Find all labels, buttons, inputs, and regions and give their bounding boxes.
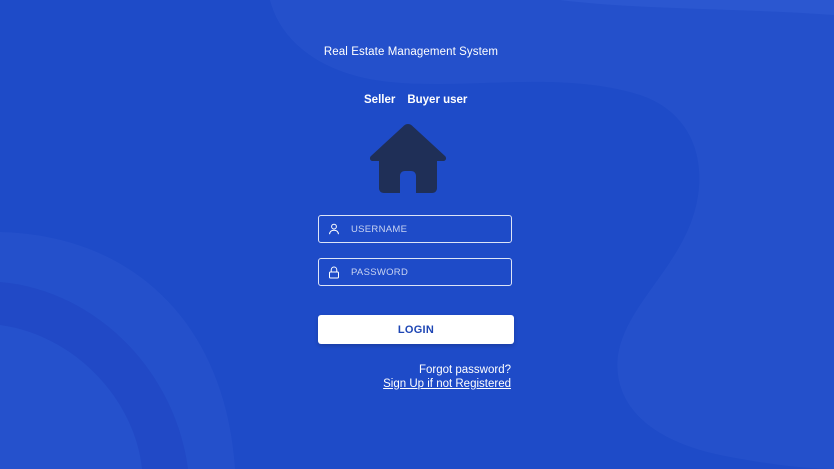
forgot-password-link[interactable]: Forgot password? [383, 364, 511, 378]
sign-up-link[interactable]: Sign Up if not Registered [383, 378, 511, 392]
password-field [318, 258, 512, 286]
username-input[interactable] [351, 219, 511, 239]
auth-links: Forgot password? Sign Up if not Register… [383, 364, 511, 391]
lock-icon [327, 265, 341, 279]
user-icon [327, 222, 341, 236]
login-button[interactable]: LOGIN [318, 315, 514, 344]
app-title: Real Estate Management System [0, 46, 834, 58]
username-field [318, 215, 512, 243]
house-icon [369, 124, 447, 193]
tab-buyer-user[interactable]: Buyer user [407, 94, 467, 106]
role-tabs: Seller Buyer user [364, 94, 467, 106]
password-input[interactable] [351, 262, 511, 282]
tab-seller[interactable]: Seller [364, 94, 395, 106]
app-title-text: Real Estate Management System [323, 46, 499, 58]
